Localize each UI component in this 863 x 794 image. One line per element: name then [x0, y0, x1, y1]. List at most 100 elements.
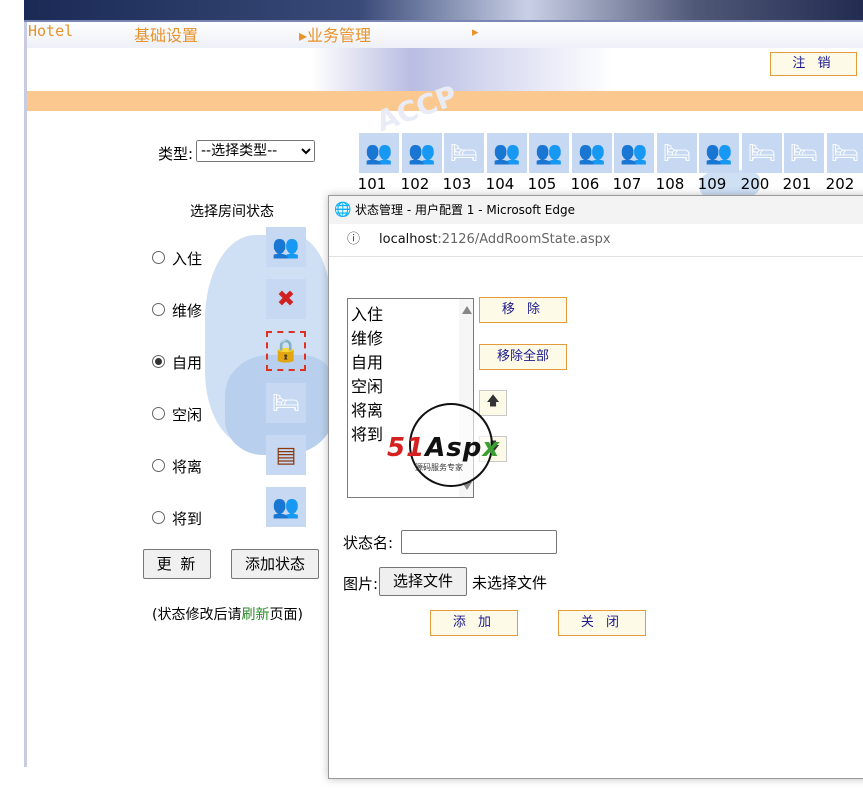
status-panel-title: 选择房间状态 [190, 204, 274, 220]
state-list-item[interactable]: 空闲 [351, 373, 383, 397]
move-up-button[interactable]: 🡅 [479, 390, 507, 416]
status-label: 将到 [172, 510, 203, 528]
bed-icon: 🛏 [450, 140, 478, 166]
room-icon-202[interactable]: 🛏 [827, 133, 863, 173]
close-button[interactable]: 关 闭 [558, 610, 646, 636]
remove-button[interactable]: 移 除 [479, 297, 567, 323]
repair-icon: ✖ [266, 279, 306, 319]
scroll-up-icon[interactable] [462, 306, 472, 314]
update-button[interactable]: 更 新 [143, 549, 211, 579]
guests-icon: 👥 [620, 140, 648, 166]
arriving-icon: 👥 [266, 487, 306, 527]
bed-icon: 🛏 [266, 383, 306, 423]
globe-icon: 🌐 [334, 202, 352, 218]
bed-icon: 🛏 [748, 140, 776, 166]
file-status: 未选择文件 [472, 574, 548, 592]
add-status-button[interactable]: 添加状态 [231, 549, 319, 579]
state-list-item[interactable]: 将到 [351, 421, 383, 445]
status-radio[interactable] [152, 251, 165, 264]
room-number[interactable]: 109 [691, 175, 733, 193]
room-number[interactable]: 105 [521, 175, 563, 193]
room-number[interactable]: 107 [606, 175, 648, 193]
popup-title: 状态管理 - 用户配置 1 - Microsoft Edge [355, 203, 575, 217]
room-icon-102[interactable]: 👥 [402, 133, 442, 173]
status-label: 空闲 [172, 406, 203, 424]
room-number[interactable]: 108 [649, 175, 691, 193]
status-option-arriving[interactable]: 将到 👥 [152, 487, 312, 545]
address-host: localhost [379, 232, 438, 247]
hint-suffix: 页面) [269, 607, 303, 623]
bed-icon: 🛏 [790, 140, 818, 166]
room-number[interactable]: 106 [564, 175, 606, 193]
status-radio[interactable] [152, 511, 165, 524]
nav-business-management[interactable]: ▸业务管理 [299, 22, 371, 46]
picture-label: 图片: [343, 575, 379, 593]
room-icon-106[interactable]: 👥 [572, 133, 612, 173]
room-number[interactable]: 101 [351, 175, 393, 193]
address-url: localhost:2126/AddRoomState.aspx [379, 224, 611, 256]
type-select[interactable]: --选择类型-- [196, 140, 315, 162]
left-frame-edge [24, 22, 27, 767]
guests-icon: 👥 [535, 140, 563, 166]
status-radio[interactable] [152, 459, 165, 472]
status-label: 将离 [172, 458, 203, 476]
guests-icon: 👥 [266, 227, 306, 267]
guests-icon: 👥 [493, 140, 521, 166]
popup-window: 🌐 状态管理 - 用户配置 1 - Microsoft Edge ⓘ local… [328, 195, 863, 779]
type-label: 类型: [158, 145, 194, 163]
address-path: :2126/AddRoomState.aspx [437, 232, 611, 247]
bed-icon: 🛏 [831, 140, 859, 166]
guests-icon: 👥 [408, 140, 436, 166]
remove-all-button[interactable]: 移除全部 [479, 344, 567, 370]
top-banner [24, 0, 863, 20]
status-label: 自用 [172, 354, 203, 372]
state-list-item[interactable]: 入住 [351, 301, 383, 325]
lock-icon: 🔒 [266, 331, 306, 371]
room-icon-108[interactable]: 🛏 [657, 133, 697, 173]
watermark-logo: 51Aspx [387, 433, 501, 463]
room-number[interactable]: 200 [734, 175, 776, 193]
status-label: 维修 [172, 302, 203, 320]
choose-file-button[interactable]: 选择文件 [379, 567, 467, 596]
room-number[interactable]: 201 [776, 175, 818, 193]
room-number[interactable]: 103 [436, 175, 478, 193]
room-icon-104[interactable]: 👥 [487, 133, 527, 173]
popup-address-bar[interactable]: ⓘ localhost:2126/AddRoomState.aspx [329, 224, 863, 257]
add-button[interactable]: 添 加 [430, 610, 518, 636]
guests-icon: 👥 [365, 140, 393, 166]
status-label: 入住 [172, 250, 203, 268]
arrow-up-icon: 🡅 [486, 394, 500, 409]
nav-hotel[interactable]: Hotel [28, 22, 73, 40]
room-icon-103[interactable]: 🛏 [444, 133, 484, 173]
room-number[interactable]: 102 [394, 175, 436, 193]
nav-marker: ▸ [472, 25, 479, 40]
state-list-item[interactable]: 维修 [351, 325, 383, 349]
hint-prefix: (状态修改后请 [152, 607, 242, 623]
checkout-icon: ▤ [266, 435, 306, 475]
popup-title-bar[interactable]: 🌐 状态管理 - 用户配置 1 - Microsoft Edge [329, 196, 863, 224]
guests-icon: 👥 [705, 140, 733, 166]
watermark-tagline: 源码服务专家 [415, 463, 463, 472]
state-name-input[interactable] [401, 530, 557, 554]
hint-refresh: 刷新 [241, 607, 270, 623]
logout-button[interactable]: 注 销 [770, 52, 857, 76]
state-name-label: 状态名: [343, 534, 394, 552]
status-radio-selected[interactable] [152, 355, 165, 368]
state-list-item[interactable]: 将离 [351, 397, 383, 421]
nav-basic-settings[interactable]: 基础设置 [134, 22, 198, 46]
bed-icon: 🛏 [663, 140, 691, 166]
guests-icon: 👥 [578, 140, 606, 166]
room-number[interactable]: 202 [819, 175, 861, 193]
room-icon-200[interactable]: 🛏 [742, 133, 782, 173]
room-icon-107[interactable]: 👥 [614, 133, 654, 173]
room-icon-101[interactable]: 👥 [359, 133, 399, 173]
status-radio[interactable] [152, 407, 165, 420]
state-list-item[interactable]: 自用 [351, 349, 383, 373]
room-icon-105[interactable]: 👥 [529, 133, 569, 173]
room-icon-109[interactable]: 👥 [699, 133, 739, 173]
info-icon[interactable]: ⓘ [347, 224, 360, 256]
status-radio[interactable] [152, 303, 165, 316]
room-number[interactable]: 104 [479, 175, 521, 193]
refresh-hint: (状态修改后请刷新页面) [152, 604, 303, 624]
room-icon-201[interactable]: 🛏 [784, 133, 824, 173]
